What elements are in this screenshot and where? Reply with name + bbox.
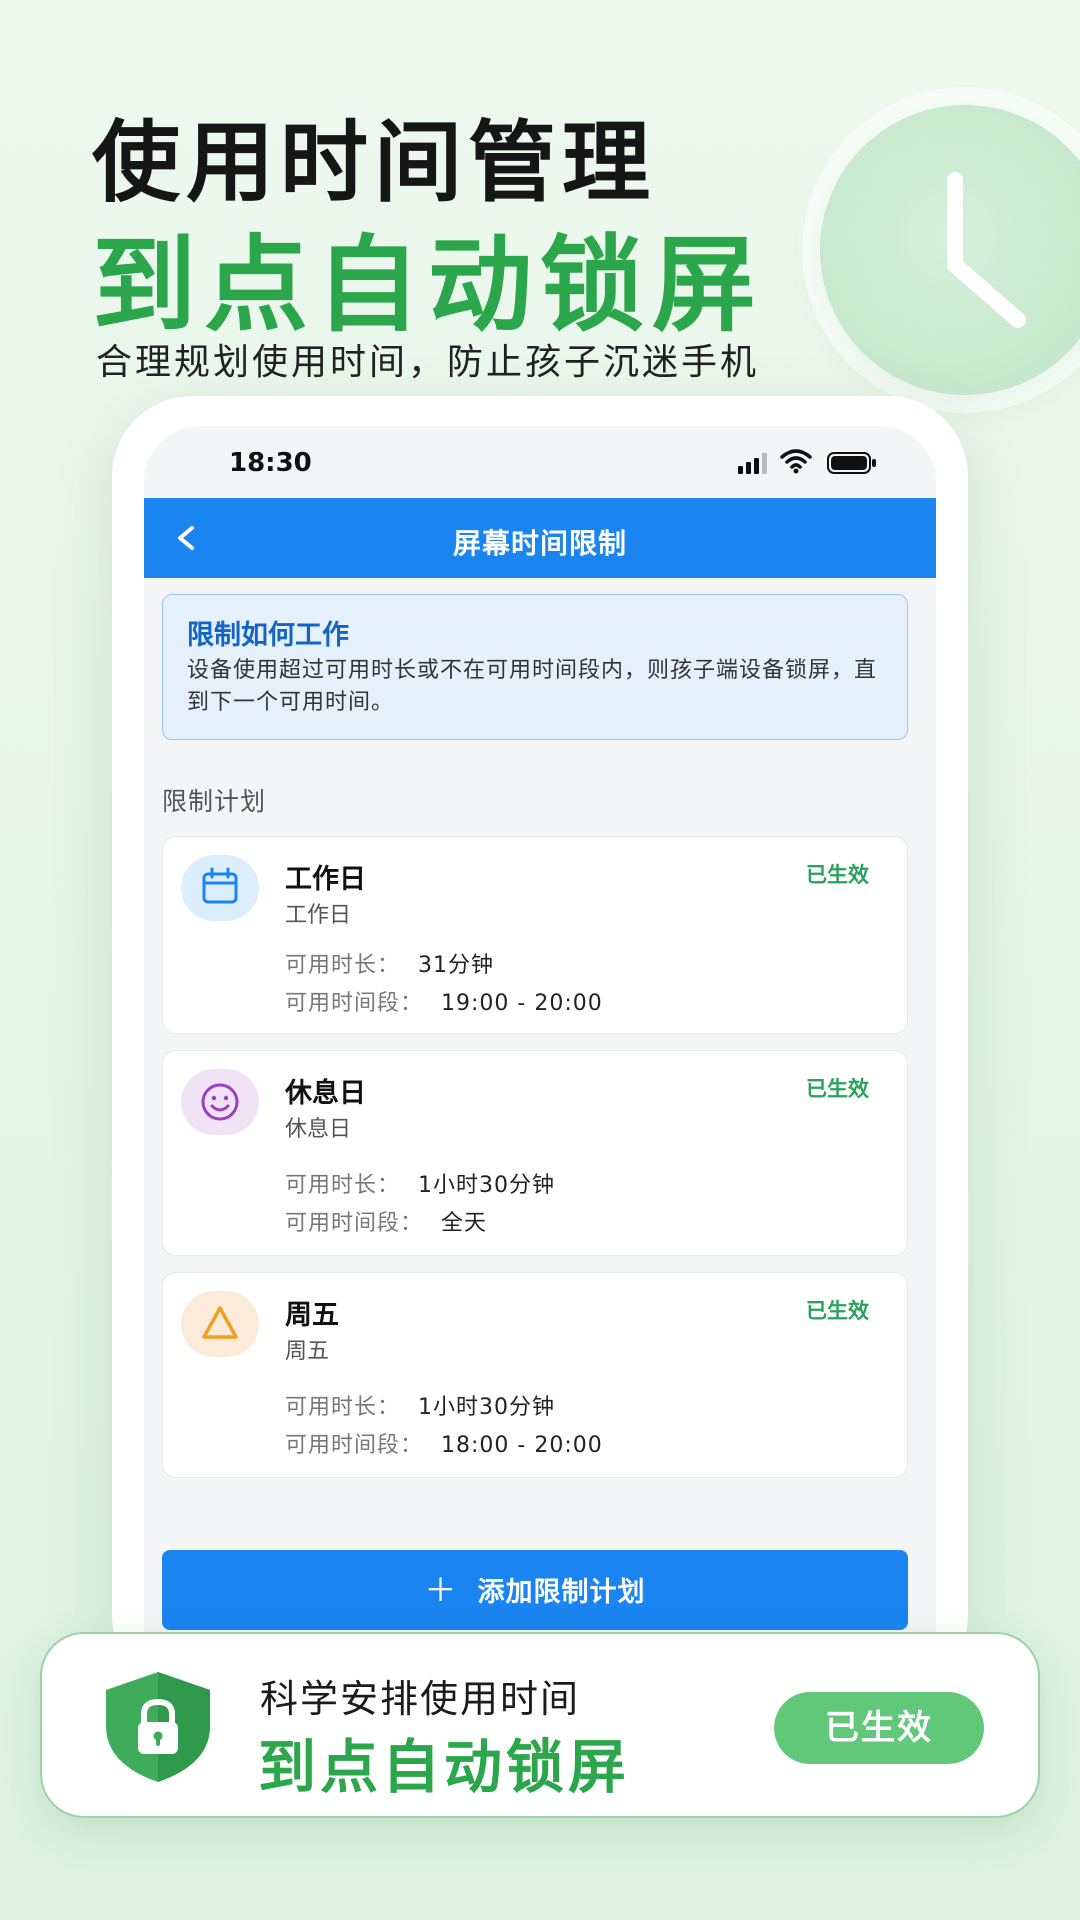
period-row: 可用时间段： 全天 bbox=[285, 1211, 488, 1236]
plan-subtitle: 工作日 bbox=[285, 903, 352, 928]
phone-frame: 18:30 屏幕时间限制 限制如何工作 设备使用超过可用时长或不在可用时间段内，… bbox=[112, 396, 968, 1696]
period-row: 可用时间段： 19:00 - 20:00 bbox=[285, 991, 603, 1016]
signal-icon bbox=[738, 453, 767, 474]
shield-lock-icon bbox=[106, 1672, 210, 1782]
status-badge: 已生效 bbox=[806, 1299, 869, 1323]
plan-card-workday[interactable]: 工作日 工作日 已生效 可用时长： 31分钟 可用时间段： 19:00 - 20:0… bbox=[162, 836, 908, 1034]
plan-name: 休息日 bbox=[285, 1078, 366, 1109]
wifi-icon bbox=[780, 449, 812, 474]
section-title: 限制计划 bbox=[162, 787, 267, 816]
plan-name: 周五 bbox=[285, 1300, 339, 1331]
smiley-icon bbox=[181, 1069, 259, 1135]
plan-card-restday[interactable]: 休息日 休息日 已生效 可用时长： 1小时30分钟 可用时间段： 全天 bbox=[162, 1050, 908, 1256]
add-plan-label: 添加限制计划 bbox=[477, 1577, 646, 1608]
add-plan-button[interactable]: ＋ 添加限制计划 bbox=[162, 1550, 908, 1630]
plan-card-friday[interactable]: 周五 周五 已生效 可用时长： 1小时30分钟 可用时间段： 18:00 - 20:… bbox=[162, 1272, 908, 1478]
info-body: 设备使用超过可用时长或不在可用时间段内，则孩子端设备锁屏，直到下一个可用时间。 bbox=[187, 658, 878, 715]
status-badge: 已生效 bbox=[806, 1077, 869, 1101]
calendar-icon bbox=[181, 855, 259, 921]
status-time: 18:30 bbox=[229, 448, 312, 478]
banner-line2: 到点自动锁屏 bbox=[258, 1733, 631, 1801]
page-title: 屏幕时间限制 bbox=[452, 527, 627, 560]
plan-subtitle: 周五 bbox=[285, 1339, 330, 1364]
triangle-icon bbox=[181, 1291, 259, 1357]
active-status-pill: 已生效 bbox=[774, 1692, 984, 1764]
duration-row: 可用时长： 1小时30分钟 bbox=[285, 1395, 556, 1420]
bottom-banner: 科学安排使用时间 到点自动锁屏 已生效 bbox=[40, 1632, 1040, 1818]
duration-row: 可用时长： 31分钟 bbox=[285, 953, 495, 978]
status-badge: 已生效 bbox=[806, 863, 869, 887]
info-box: 限制如何工作 设备使用超过可用时长或不在可用时间段内，则孩子端设备锁屏，直到下一… bbox=[162, 594, 908, 740]
period-row: 可用时间段： 18:00 - 20:00 bbox=[285, 1433, 603, 1458]
plus-icon: ＋ bbox=[424, 1571, 458, 1609]
phone-screen: 18:30 屏幕时间限制 限制如何工作 设备使用超过可用时长或不在可用时间段内，… bbox=[144, 426, 936, 1666]
clock-decoration-icon bbox=[820, 105, 1080, 395]
navigation-bar: 屏幕时间限制 bbox=[144, 498, 936, 578]
plan-subtitle: 休息日 bbox=[285, 1117, 352, 1142]
status-bar: 18:30 bbox=[144, 426, 936, 498]
plan-name: 工作日 bbox=[285, 864, 366, 895]
hero-subtitle: 合理规划使用时间，防止孩子沉迷手机 bbox=[96, 342, 760, 383]
info-title: 限制如何工作 bbox=[187, 620, 349, 651]
duration-row: 可用时长： 1小时30分钟 bbox=[285, 1173, 556, 1198]
banner-line1: 科学安排使用时间 bbox=[260, 1677, 581, 1721]
battery-icon bbox=[827, 452, 876, 474]
hero-highlight: 到点自动锁屏 bbox=[92, 224, 765, 346]
